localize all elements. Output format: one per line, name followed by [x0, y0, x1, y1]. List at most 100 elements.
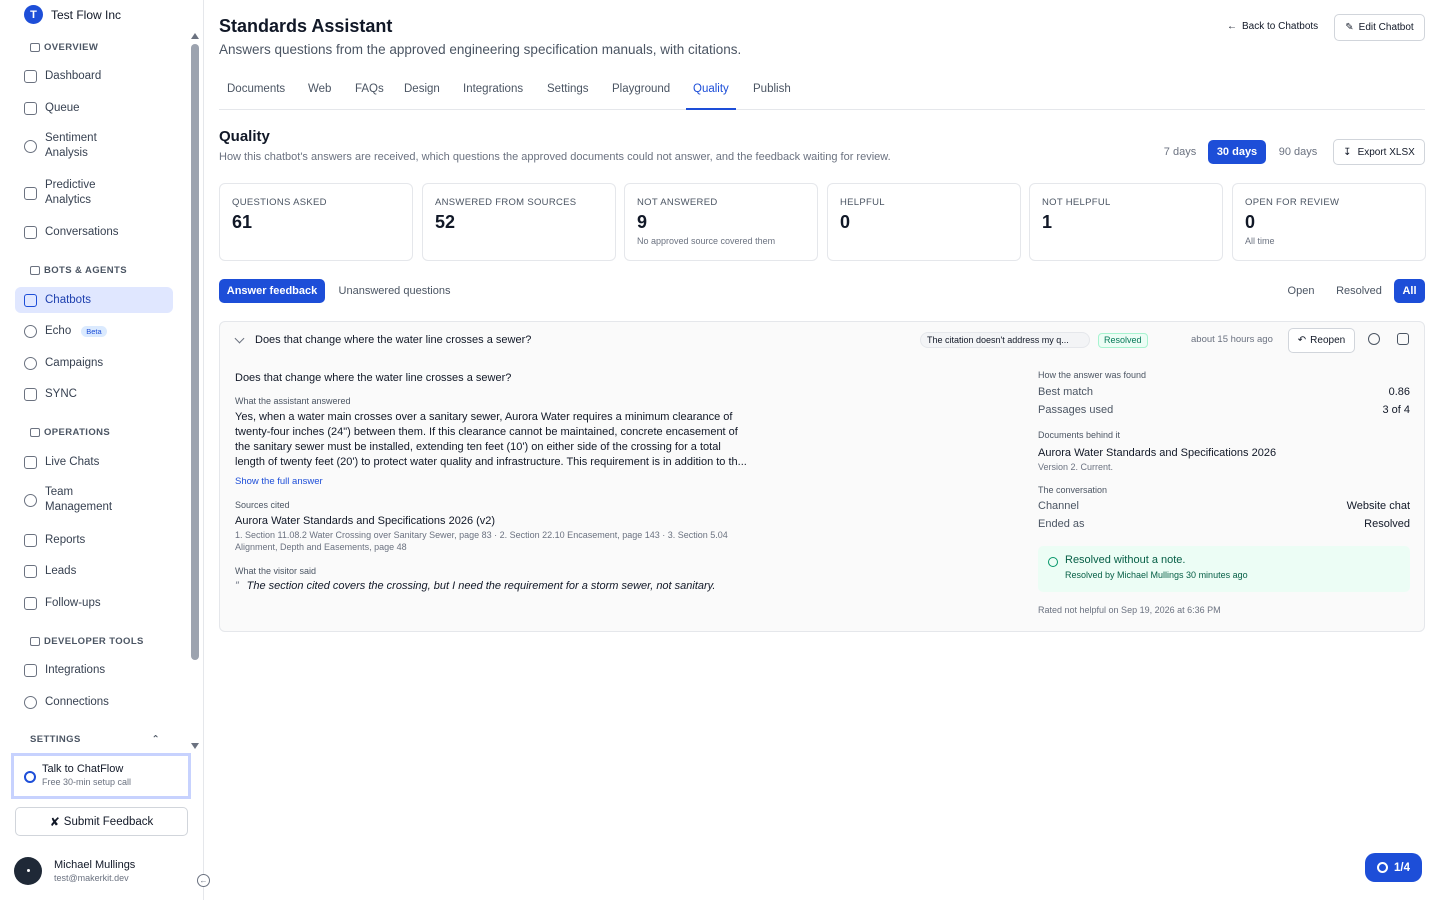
passages-row: Passages used 3 of 4: [1038, 404, 1410, 416]
undo-icon: ↶: [1297, 335, 1307, 346]
document-name: Aurora Water Standards and Specification…: [1038, 447, 1277, 459]
sidebar-item-sync[interactable]: SYNC: [15, 386, 173, 402]
reason-badge: The citation doesn't address my q...: [920, 332, 1090, 348]
collapse-sidebar-icon[interactable]: ←: [197, 874, 210, 887]
bell-icon: [24, 356, 37, 370]
section-developer: DEVELOPER TOOLS: [30, 636, 144, 647]
scroll-up-arrow[interactable]: [191, 33, 199, 39]
page-subtitle: Answers questions from the approved engi…: [219, 42, 742, 57]
sidebar: T Test Flow Inc OVERVIEW Dashboard Queue…: [0, 0, 210, 900]
arrow-left-icon: ←: [1227, 21, 1237, 32]
section-settings[interactable]: SETTINGS ⌃: [30, 734, 160, 745]
tab-integrations[interactable]: Integrations: [463, 83, 523, 110]
quote-icon: ”: [235, 580, 239, 592]
scroll-thumb[interactable]: [191, 44, 199, 660]
sidebar-item-integrations[interactable]: Integrations: [15, 662, 173, 678]
edit-chatbot-button[interactable]: ✎ Edit Chatbot: [1334, 14, 1425, 41]
back-to-chatbots-link[interactable]: ← Back to Chatbots: [1227, 21, 1318, 32]
export-xlsx-button[interactable]: ↧ Export XLSX: [1333, 139, 1425, 165]
ended-as-row: Ended as Resolved: [1038, 518, 1410, 530]
chevron-down-icon[interactable]: [234, 333, 245, 344]
filter-open[interactable]: Open: [1281, 279, 1321, 303]
sources-label: Sources cited: [235, 500, 290, 510]
tab-design[interactable]: Design: [404, 83, 440, 110]
user-name: Michael Mullings: [54, 859, 136, 871]
resolution-note: Resolved without a note. Resolved by Mic…: [1038, 546, 1410, 592]
talk-to-chatflow-card[interactable]: Talk to ChatFlow Free 30-min setup call: [11, 753, 191, 799]
tab-web[interactable]: Web: [308, 83, 331, 110]
chatbot-tabs: Documents Web FAQs Design Integrations S…: [219, 80, 1425, 110]
tab-faqs[interactable]: FAQs: [355, 83, 384, 110]
sidebar-item-predictive[interactable]: Predictive Analytics: [15, 178, 173, 208]
sidebar-item-leads[interactable]: Leads: [15, 563, 173, 579]
range-7-days[interactable]: 7 days: [1157, 140, 1203, 164]
org-name: Test Flow Inc: [51, 7, 122, 22]
download-icon: ↧: [1343, 146, 1352, 158]
tab-settings[interactable]: Settings: [547, 83, 589, 110]
unanswered-questions-tab[interactable]: Unanswered questions: [331, 279, 458, 303]
sentiment-icon: [24, 139, 37, 153]
source-name: Aurora Water Standards and Specification…: [235, 515, 496, 527]
documents-label: Documents behind it: [1038, 430, 1121, 440]
close-circle-icon[interactable]: [1368, 333, 1380, 345]
sidebar-item-chatbots[interactable]: Chatbots: [15, 287, 173, 313]
sidebar-item-dashboard[interactable]: Dashboard: [15, 68, 173, 84]
sidebar-item-reports[interactable]: Reports: [15, 532, 173, 548]
filter-resolved[interactable]: Resolved: [1329, 279, 1389, 303]
onboarding-progress-button[interactable]: 1/4: [1365, 853, 1422, 882]
user-menu[interactable]: Michael Mullings test@makerkit.dev: [14, 857, 136, 891]
best-match-row: Best match 0.86: [1038, 386, 1410, 398]
sidebar-item-connections[interactable]: Connections: [15, 694, 173, 710]
sidebar-item-followups[interactable]: Follow-ups: [15, 595, 173, 611]
team-icon: [24, 493, 37, 507]
operations-icon: [30, 428, 40, 437]
section-operations: OPERATIONS: [30, 427, 110, 438]
leads-icon: [24, 564, 37, 578]
dashboard-icon: [24, 69, 37, 83]
feedback-card: Does that change where the water line cr…: [219, 321, 1425, 632]
sidebar-item-echo[interactable]: Echo Beta: [15, 323, 173, 339]
filter-all[interactable]: All: [1394, 279, 1425, 303]
reports-icon: [24, 533, 37, 547]
tools-icon: ✘: [49, 814, 60, 829]
tab-playground[interactable]: Playground: [612, 83, 670, 110]
tab-documents[interactable]: Documents: [227, 83, 285, 110]
overview-icon: [30, 43, 40, 52]
sidebar-item-live-chats[interactable]: Live Chats: [15, 454, 173, 470]
stat-not-answered: NOT ANSWERED 9 No approved source covere…: [624, 183, 818, 261]
sidebar-item-queue[interactable]: Queue: [15, 100, 173, 116]
live-chat-icon: [24, 455, 37, 469]
sidebar-item-sentiment[interactable]: Sentiment Analysis: [15, 131, 173, 161]
conversation-label: The conversation: [1038, 485, 1108, 495]
sidebar-scrollbar[interactable]: [190, 33, 200, 753]
tab-publish[interactable]: Publish: [753, 83, 791, 110]
feedback-card-header[interactable]: Does that change where the water line cr…: [220, 322, 1424, 360]
answer-label: What the assistant answered: [235, 396, 351, 406]
org-avatar: T: [24, 5, 43, 24]
org-switcher[interactable]: T Test Flow Inc: [24, 5, 121, 24]
tab-quality[interactable]: Quality: [686, 83, 736, 110]
user-email: test@makerkit.dev: [54, 873, 129, 883]
chatbot-icon: [24, 293, 37, 307]
show-full-answer-link[interactable]: Show the full answer: [235, 476, 775, 487]
scroll-down-arrow[interactable]: [191, 743, 199, 749]
predictive-icon: [24, 186, 37, 200]
stat-helpful: HELPFUL 0: [827, 183, 1021, 261]
sidebar-item-campaigns[interactable]: Campaigns: [15, 355, 173, 371]
range-30-days[interactable]: 30 days: [1208, 140, 1266, 164]
sidebar-item-conversations[interactable]: Conversations: [15, 224, 173, 240]
phone-icon: [24, 324, 37, 338]
channel-row: Channel Website chat: [1038, 500, 1410, 512]
section-bots: BOTS & AGENTS: [30, 265, 127, 276]
feedback-details: Does that change where the water line cr…: [235, 372, 775, 592]
message-icon[interactable]: [1397, 333, 1409, 345]
range-90-days[interactable]: 90 days: [1272, 140, 1324, 164]
feedback-question: Does that change where the water line cr…: [255, 334, 532, 346]
lifebuoy-icon: [24, 771, 36, 783]
submit-feedback-button[interactable]: ✘ Submit Feedback: [15, 807, 188, 836]
sidebar-item-team[interactable]: Team Management: [15, 485, 173, 515]
stat-open-for-review: OPEN FOR REVIEW 0 All time: [1232, 183, 1426, 261]
answer-feedback-tab[interactable]: Answer feedback: [219, 279, 325, 303]
reopen-button[interactable]: ↶ Reopen: [1288, 328, 1355, 353]
stat-not-helpful: NOT HELPFUL 1: [1029, 183, 1223, 261]
